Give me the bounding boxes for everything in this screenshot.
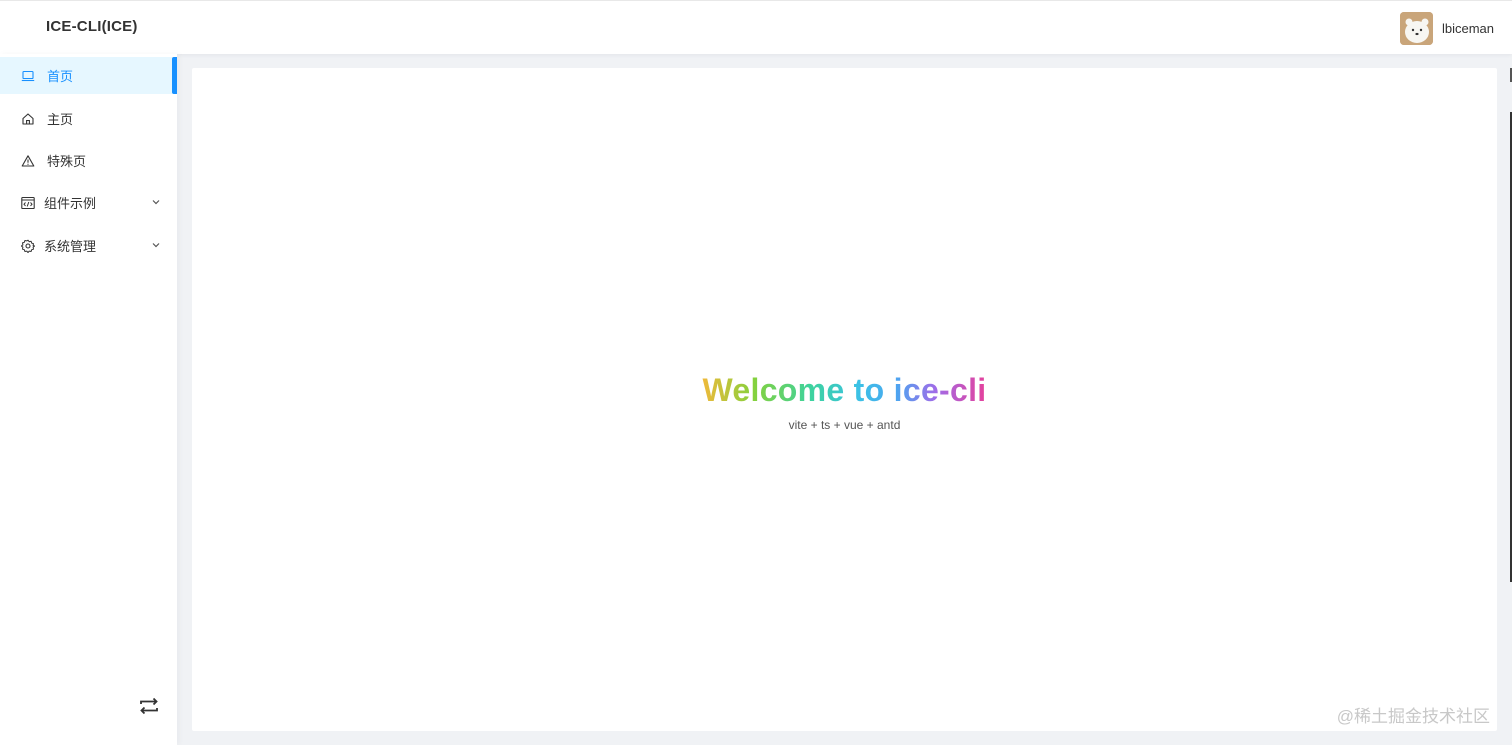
laptop-icon — [21, 69, 35, 83]
sidebar-item-home[interactable]: 首页 — [0, 57, 177, 94]
sidebar-item-label: 主页 — [47, 112, 74, 127]
user-menu[interactable]: lbiceman — [1399, 11, 1494, 45]
home-icon — [21, 112, 35, 126]
sidebar-item-label: 特殊页 — [47, 154, 87, 169]
app-title[interactable]: ICE-CLI(ICE) — [46, 18, 138, 35]
swap-icon — [140, 697, 158, 715]
gear-icon — [21, 239, 35, 253]
collapse-sidebar-button[interactable] — [138, 696, 160, 716]
sidebar-item-system[interactable]: 系统管理 — [0, 227, 177, 264]
polar-bear-avatar-icon — [1399, 11, 1433, 45]
sidebar-item-components[interactable]: 组件示例 — [0, 184, 177, 221]
sidebar-item-special[interactable]: 特殊页 — [0, 142, 177, 179]
sidebar-item-label: 首页 — [47, 69, 74, 84]
watermark: @稀土掘金技术社区 — [1336, 707, 1490, 726]
username[interactable]: lbiceman — [1442, 21, 1494, 36]
main-content: Welcome to ice-cli vite + ts + vue + ant… — [192, 68, 1497, 731]
sidebar-item-label: 系统管理 — [44, 239, 97, 254]
avatar[interactable] — [1399, 11, 1433, 45]
warning-icon — [21, 154, 35, 168]
top-header: ICE-CLI(ICE) lbiceman — [0, 0, 1512, 54]
welcome-section: Welcome to ice-cli vite + ts + vue + ant… — [192, 372, 1497, 432]
welcome-title: Welcome to ice-cli — [702, 372, 987, 408]
chevron-down-icon — [152, 200, 160, 205]
sidebar-item-label: 组件示例 — [44, 196, 97, 211]
chevron-down-icon — [152, 243, 160, 248]
welcome-subtitle: vite + ts + vue + antd — [788, 418, 901, 432]
code-icon — [21, 196, 35, 210]
sidebar: 首页 主页 特殊页 组件示例 系统管理 — [0, 54, 177, 745]
sidebar-item-main[interactable]: 主页 — [0, 100, 177, 137]
